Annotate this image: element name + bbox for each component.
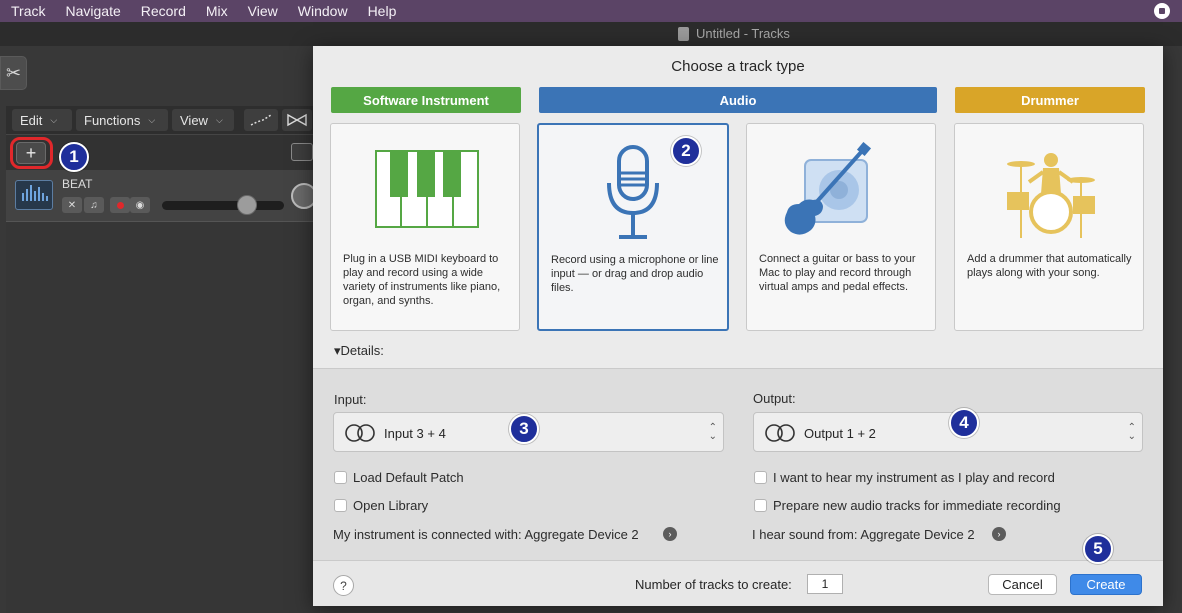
track-header-strip: [6, 134, 320, 170]
num-tracks-input[interactable]: 1: [807, 574, 843, 594]
hear-instrument-checkbox[interactable]: [754, 471, 767, 484]
track-list-empty-area: [6, 222, 320, 613]
scissors-icon[interactable]: ✂: [0, 56, 27, 90]
step-marker-3: 3: [509, 414, 539, 444]
cancel-button[interactable]: Cancel: [988, 574, 1057, 595]
input-monitor-icon[interactable]: ◉: [130, 197, 150, 213]
menu-mix[interactable]: Mix: [195, 3, 237, 19]
card-description: Connect a guitar or bass to your Mac to …: [759, 253, 916, 293]
functions-menu-button[interactable]: Functions ⌵: [76, 109, 168, 131]
dialog-footer: ? Number of tracks to create: 1 Cancel C…: [313, 560, 1163, 606]
menu-bar: Track Navigate Record Mix View Window He…: [0, 0, 1182, 22]
track-name: BEAT: [62, 177, 93, 191]
select-arrows-icon: ⌃ ⌄: [1127, 422, 1136, 442]
window-titlebar: Untitled - Tracks: [0, 22, 1182, 46]
menu-record[interactable]: Record: [130, 3, 195, 19]
piano-keyboard-icon: [375, 150, 479, 228]
prepare-recording-checkbox[interactable]: [754, 499, 767, 512]
highlight-ring: [10, 137, 53, 169]
create-button[interactable]: Create: [1070, 574, 1142, 595]
volume-slider[interactable]: [162, 201, 284, 210]
instrument-connected-text: My instrument is connected with: Aggrega…: [333, 527, 639, 542]
load-default-patch-label: Load Default Patch: [353, 470, 464, 485]
drummer-icon: [1007, 153, 1095, 238]
step-marker-4: 4: [949, 408, 979, 438]
menu-track[interactable]: Track: [0, 3, 54, 19]
help-button[interactable]: ?: [333, 575, 354, 596]
mute-icon[interactable]: ✕: [62, 197, 82, 213]
track-row[interactable]: [6, 170, 320, 222]
menu-window[interactable]: Window: [287, 3, 357, 19]
headphones-icon[interactable]: ♫: [84, 197, 104, 213]
card-guitar-bass[interactable]: Connect a guitar or bass to your Mac to …: [746, 123, 936, 331]
volume-slider-knob[interactable]: [237, 195, 257, 215]
global-tracks-icon[interactable]: [291, 143, 313, 161]
dialog-title: Choose a track type: [671, 58, 805, 75]
step-marker-5: 5: [1083, 534, 1113, 564]
arrow-right-icon[interactable]: ›: [992, 527, 1006, 541]
menu-view[interactable]: View: [237, 3, 287, 19]
card-description: Plug in a USB MIDI keyboard to play and …: [343, 253, 501, 307]
arrow-right-icon[interactable]: ›: [663, 527, 677, 541]
chevron-down-icon: ⌵: [215, 114, 223, 125]
card-drummer[interactable]: Add a drummer that automatically plays a…: [954, 123, 1144, 331]
guitar-amp-icon: [784, 142, 872, 235]
edit-menu-label: Edit: [20, 112, 43, 128]
microphone-icon: [607, 145, 659, 239]
prepare-recording-label: Prepare new audio tracks for immediate r…: [773, 498, 1061, 513]
new-track-dialog: Choose a track type Software Instrument …: [313, 46, 1163, 606]
select-arrows-icon: ⌃ ⌄: [708, 422, 717, 442]
tracks-toolbar: Edit ⌵ Functions ⌵ View ⌵: [6, 106, 320, 134]
chevron-down-icon: ⌵: [50, 114, 58, 125]
details-panel: Input: Input 3 + 4 ⌃ ⌄ Output: Output 1 +…: [313, 368, 1163, 560]
card-software-instrument[interactable]: Plug in a USB MIDI keyboard to play and …: [330, 123, 520, 331]
view-menu-label: View: [180, 112, 208, 128]
hear-sound-text: I hear sound from: Aggregate Device 2: [752, 527, 975, 542]
output-label: Output:: [753, 391, 796, 406]
stereo-icon: [765, 424, 795, 442]
chevron-down-icon: ⌵: [148, 114, 156, 125]
num-tracks-label: Number of tracks to create:: [635, 577, 792, 592]
card-description: Record using a microphone or line input …: [551, 254, 719, 294]
input-label: Input:: [334, 392, 367, 407]
category-audio[interactable]: Audio: [539, 87, 937, 113]
document-icon: [678, 27, 689, 41]
view-menu-button[interactable]: View ⌵: [172, 109, 234, 131]
waveform-icon: [15, 180, 53, 210]
card-description: Add a drummer that automatically plays a…: [967, 253, 1132, 279]
step-marker-1: 1: [59, 142, 89, 172]
category-drummer[interactable]: Drummer: [955, 87, 1145, 113]
load-default-patch-checkbox[interactable]: [334, 471, 347, 484]
input-select-value: Input 3 + 4: [384, 426, 446, 441]
menu-navigate[interactable]: Navigate: [54, 3, 129, 19]
functions-menu-label: Functions: [84, 112, 141, 128]
open-library-checkbox[interactable]: [334, 499, 347, 512]
category-software-instrument[interactable]: Software Instrument: [331, 87, 521, 113]
hear-instrument-label: I want to hear my instrument as I play a…: [773, 470, 1055, 485]
record-enable-icon[interactable]: [110, 197, 130, 213]
menu-help[interactable]: Help: [357, 3, 406, 19]
automation-icon[interactable]: [244, 109, 278, 131]
open-library-label: Open Library: [353, 498, 429, 513]
window-title: Untitled - Tracks: [696, 26, 790, 41]
background-window-edge: [1163, 46, 1182, 613]
details-disclosure[interactable]: ▾Details:: [334, 343, 384, 359]
output-select[interactable]: Output 1 + 2 ⌃ ⌄: [753, 412, 1143, 452]
record-status-icon[interactable]: [1154, 3, 1170, 19]
stereo-icon: [345, 424, 375, 442]
details-label: Details:: [340, 343, 384, 358]
output-select-value: Output 1 + 2: [804, 426, 876, 441]
flex-icon[interactable]: [282, 109, 312, 131]
edit-menu-button[interactable]: Edit ⌵: [12, 109, 72, 131]
step-marker-2: 2: [671, 136, 701, 166]
